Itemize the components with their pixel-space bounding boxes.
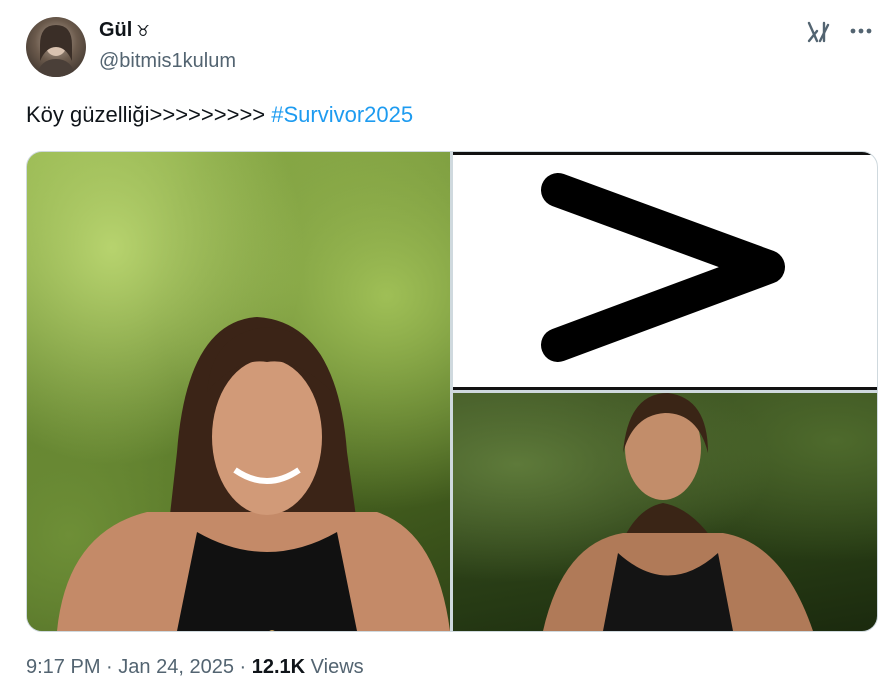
views-label: Views [310,656,364,678]
media-greater-than-image[interactable] [453,152,877,390]
media-photo-left[interactable] [27,152,450,631]
tweet-meta: 9:17 PM · Jan 24, 2025 · 12.1K Views [26,656,364,679]
tweet-time[interactable]: 9:17 PM [26,656,100,678]
meta-separator: · [106,656,113,678]
more-icon[interactable] [847,19,875,43]
tweet-date[interactable]: Jan 24, 2025 [118,656,234,678]
tweet-body: Köy güzelliği>>>>>>>>> [26,102,272,127]
grok-icon[interactable] [806,20,832,44]
display-name[interactable]: Gül ♉ [99,19,150,42]
media-photo-bottom-right[interactable] [453,393,877,631]
username[interactable]: @bitmis1kulum [99,50,236,73]
display-name-text: Gül [99,19,133,41]
avatar[interactable] [26,17,86,77]
meta-separator: · [239,656,247,678]
views-count: 12.1K [251,656,306,678]
avatar-image [36,25,76,77]
taurus-badge-icon: ♉ [136,23,150,40]
media-grid [26,151,878,632]
tweet-text: Köy güzelliği>>>>>>>>> #Survivor2025 [26,102,413,128]
photo-woman-talking [543,393,813,631]
hashtag-link[interactable]: #Survivor2025 [271,102,413,127]
photo-woman-smiling [57,317,450,631]
greater-than-symbol-icon [541,173,785,362]
